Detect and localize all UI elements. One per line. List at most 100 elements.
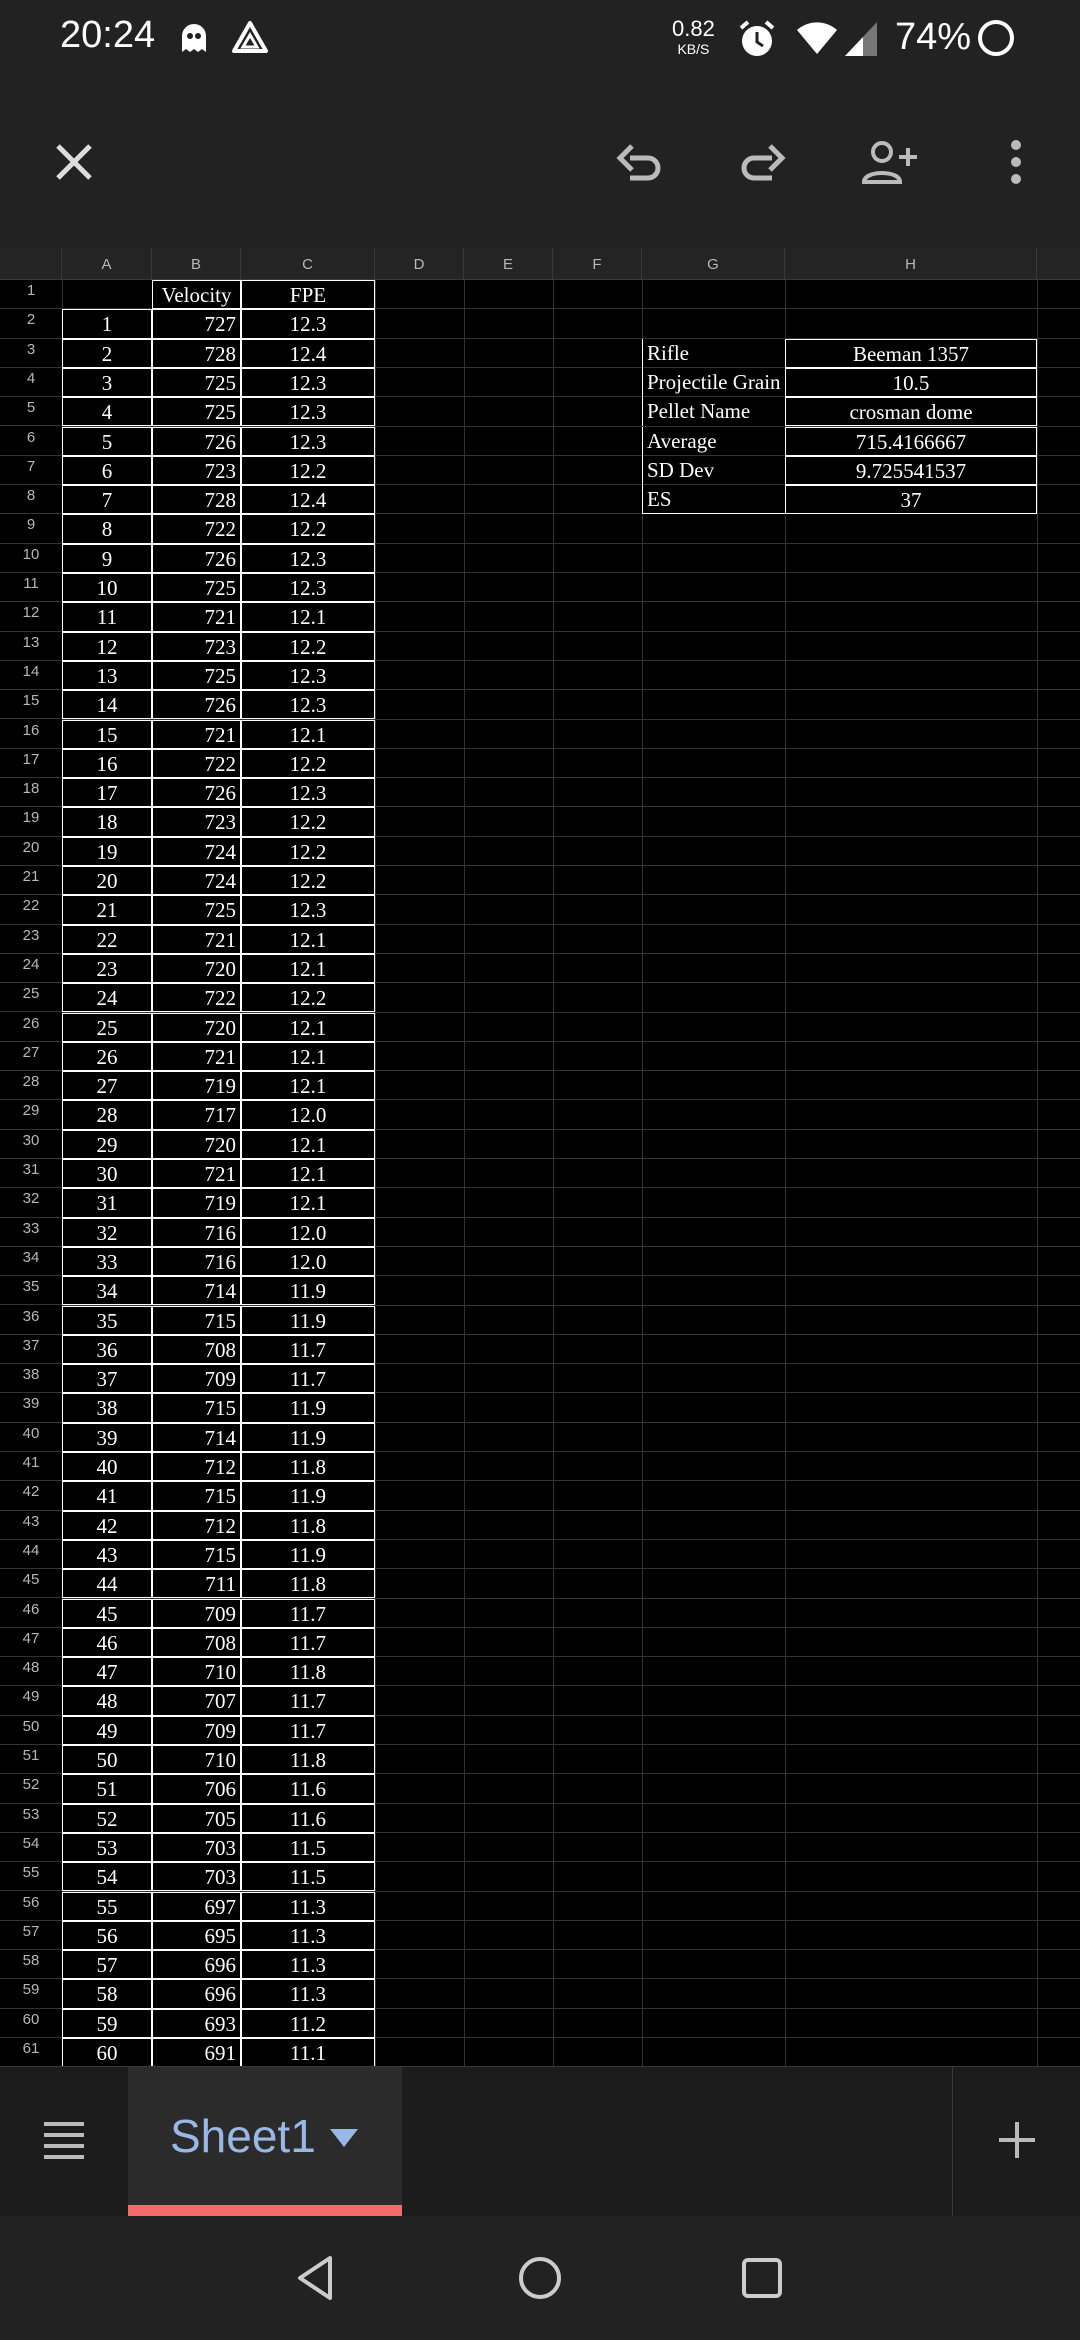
row-header-9[interactable]: 9 [0, 514, 62, 544]
cell-a22-shot-number[interactable]: 21 [62, 895, 152, 925]
row-header-55[interactable]: 55 [0, 1862, 62, 1892]
cell-a47-shot-number[interactable]: 46 [62, 1627, 152, 1658]
cell-a58-shot-number[interactable]: 57 [62, 1950, 152, 1980]
cell-a30-shot-number[interactable]: 29 [62, 1129, 152, 1159]
cell-a49-shot-number[interactable]: 48 [62, 1686, 152, 1716]
select-all-corner[interactable] [0, 248, 62, 280]
back-button[interactable] [290, 2252, 342, 2304]
cell-b55-velocity[interactable]: 703 [152, 1862, 241, 1892]
row-header-26[interactable]: 26 [0, 1013, 62, 1042]
cell-b11-velocity[interactable]: 725 [152, 573, 241, 603]
cell-b30-velocity[interactable]: 720 [152, 1129, 241, 1159]
row-header-24[interactable]: 24 [0, 954, 62, 984]
cell-g8-summary-label[interactable]: ES [642, 485, 785, 515]
row-header-42[interactable]: 42 [0, 1481, 62, 1511]
column-header-e[interactable]: E [464, 248, 553, 280]
row-header-13[interactable]: 13 [0, 632, 62, 661]
row-header-14[interactable]: 14 [0, 661, 62, 691]
cell-c45-fpe[interactable]: 11.8 [241, 1569, 375, 1599]
cell-a56-shot-number[interactable]: 55 [62, 1891, 152, 1921]
cell-c58-fpe[interactable]: 11.3 [241, 1950, 375, 1980]
cell-c40-fpe[interactable]: 11.9 [241, 1422, 375, 1452]
cell-c28-fpe[interactable]: 12.1 [241, 1071, 375, 1101]
cell-c59-fpe[interactable]: 11.3 [241, 1979, 375, 2009]
cell-c11-fpe[interactable]: 12.3 [241, 573, 375, 603]
row-header-53[interactable]: 53 [0, 1804, 62, 1833]
cell-c26-fpe[interactable]: 12.1 [241, 1012, 375, 1042]
cell-c46-fpe[interactable]: 11.7 [241, 1598, 375, 1628]
cell-b42-velocity[interactable]: 715 [152, 1481, 241, 1511]
cell-c31-fpe[interactable]: 12.1 [241, 1159, 375, 1189]
row-header-16[interactable]: 16 [0, 720, 62, 749]
cell-a10-shot-number[interactable]: 9 [62, 543, 152, 573]
cell-c3-fpe[interactable]: 12.4 [241, 338, 375, 368]
row-header-43[interactable]: 43 [0, 1511, 62, 1540]
cell-c8-fpe[interactable]: 12.4 [241, 485, 375, 515]
cell-a13-shot-number[interactable]: 12 [62, 631, 152, 661]
cell-c5-fpe[interactable]: 12.3 [241, 397, 375, 427]
cell-b8-velocity[interactable]: 728 [152, 485, 241, 515]
cell-a39-shot-number[interactable]: 38 [62, 1393, 152, 1423]
cell-c6-fpe[interactable]: 12.3 [241, 426, 375, 456]
cell-h3-summary-value[interactable]: Beeman 1357 [785, 338, 1037, 368]
cell-b10-velocity[interactable]: 726 [152, 543, 241, 573]
row-header-46[interactable]: 46 [0, 1599, 62, 1628]
cell-b45-velocity[interactable]: 711 [152, 1569, 241, 1599]
cell-c43-fpe[interactable]: 11.8 [241, 1510, 375, 1540]
row-header-44[interactable]: 44 [0, 1540, 62, 1570]
cell-a59-shot-number[interactable]: 58 [62, 1979, 152, 2009]
column-header-c[interactable]: C [241, 248, 375, 280]
cell-g3-summary-label[interactable]: Rifle [642, 338, 785, 368]
cell-a2-shot-number[interactable]: 1 [62, 309, 152, 339]
cell-b19-velocity[interactable]: 723 [152, 807, 241, 837]
add-sheet-button[interactable] [952, 2067, 1080, 2217]
cell-c22-fpe[interactable]: 12.3 [241, 895, 375, 925]
cell-c16-fpe[interactable]: 12.1 [241, 719, 375, 749]
cell-a40-shot-number[interactable]: 39 [62, 1422, 152, 1452]
row-header-11[interactable]: 11 [0, 573, 62, 603]
row-header-61[interactable]: 61 [0, 2038, 62, 2066]
more-options-button[interactable] [984, 132, 1048, 196]
cell-a21-shot-number[interactable]: 20 [62, 866, 152, 896]
row-header-34[interactable]: 34 [0, 1247, 62, 1277]
cell-b41-velocity[interactable]: 712 [152, 1452, 241, 1482]
cell-c13-fpe[interactable]: 12.2 [241, 631, 375, 661]
row-header-7[interactable]: 7 [0, 456, 62, 486]
sheet-list-button[interactable] [0, 2067, 128, 2217]
row-header-50[interactable]: 50 [0, 1716, 62, 1745]
cell-c19-fpe[interactable]: 12.2 [241, 807, 375, 837]
cell-c55-fpe[interactable]: 11.5 [241, 1862, 375, 1892]
cell-a52-shot-number[interactable]: 51 [62, 1774, 152, 1804]
home-button[interactable] [514, 2252, 566, 2304]
cell-c47-fpe[interactable]: 11.7 [241, 1627, 375, 1658]
redo-button[interactable] [730, 132, 794, 196]
cell-a7-shot-number[interactable]: 6 [62, 455, 152, 486]
cell-a12-shot-number[interactable]: 11 [62, 602, 152, 632]
cell-g5-summary-label[interactable]: Pellet Name [642, 397, 785, 427]
cell-b7-velocity[interactable]: 723 [152, 455, 241, 486]
cell-a37-shot-number[interactable]: 36 [62, 1334, 152, 1365]
cell-a44-shot-number[interactable]: 43 [62, 1539, 152, 1570]
cell-b22-velocity[interactable]: 725 [152, 895, 241, 925]
cell-a29-shot-number[interactable]: 28 [62, 1100, 152, 1130]
row-header-51[interactable]: 51 [0, 1745, 62, 1775]
cell-c15-fpe[interactable]: 12.3 [241, 690, 375, 720]
cell-a36-shot-number[interactable]: 35 [62, 1305, 152, 1335]
row-header-38[interactable]: 38 [0, 1364, 62, 1394]
row-header-30[interactable]: 30 [0, 1130, 62, 1159]
cell-b12-velocity[interactable]: 721 [152, 602, 241, 632]
cell-a9-shot-number[interactable]: 8 [62, 514, 152, 544]
cell-a45-shot-number[interactable]: 44 [62, 1569, 152, 1599]
cell-a11-shot-number[interactable]: 10 [62, 573, 152, 603]
cell-b25-velocity[interactable]: 722 [152, 983, 241, 1013]
cell-c60-fpe[interactable]: 11.2 [241, 2008, 375, 2038]
cell-a15-shot-number[interactable]: 14 [62, 690, 152, 720]
cell-g4-summary-label[interactable]: Projectile Grain [642, 367, 785, 398]
cell-c12-fpe[interactable]: 12.1 [241, 602, 375, 632]
cell-a4-shot-number[interactable]: 3 [62, 367, 152, 398]
cell-a26-shot-number[interactable]: 25 [62, 1012, 152, 1042]
column-header-a[interactable]: A [62, 248, 152, 280]
row-header-39[interactable]: 39 [0, 1393, 62, 1423]
recents-button[interactable] [736, 2252, 788, 2304]
cell-a38-shot-number[interactable]: 37 [62, 1364, 152, 1394]
